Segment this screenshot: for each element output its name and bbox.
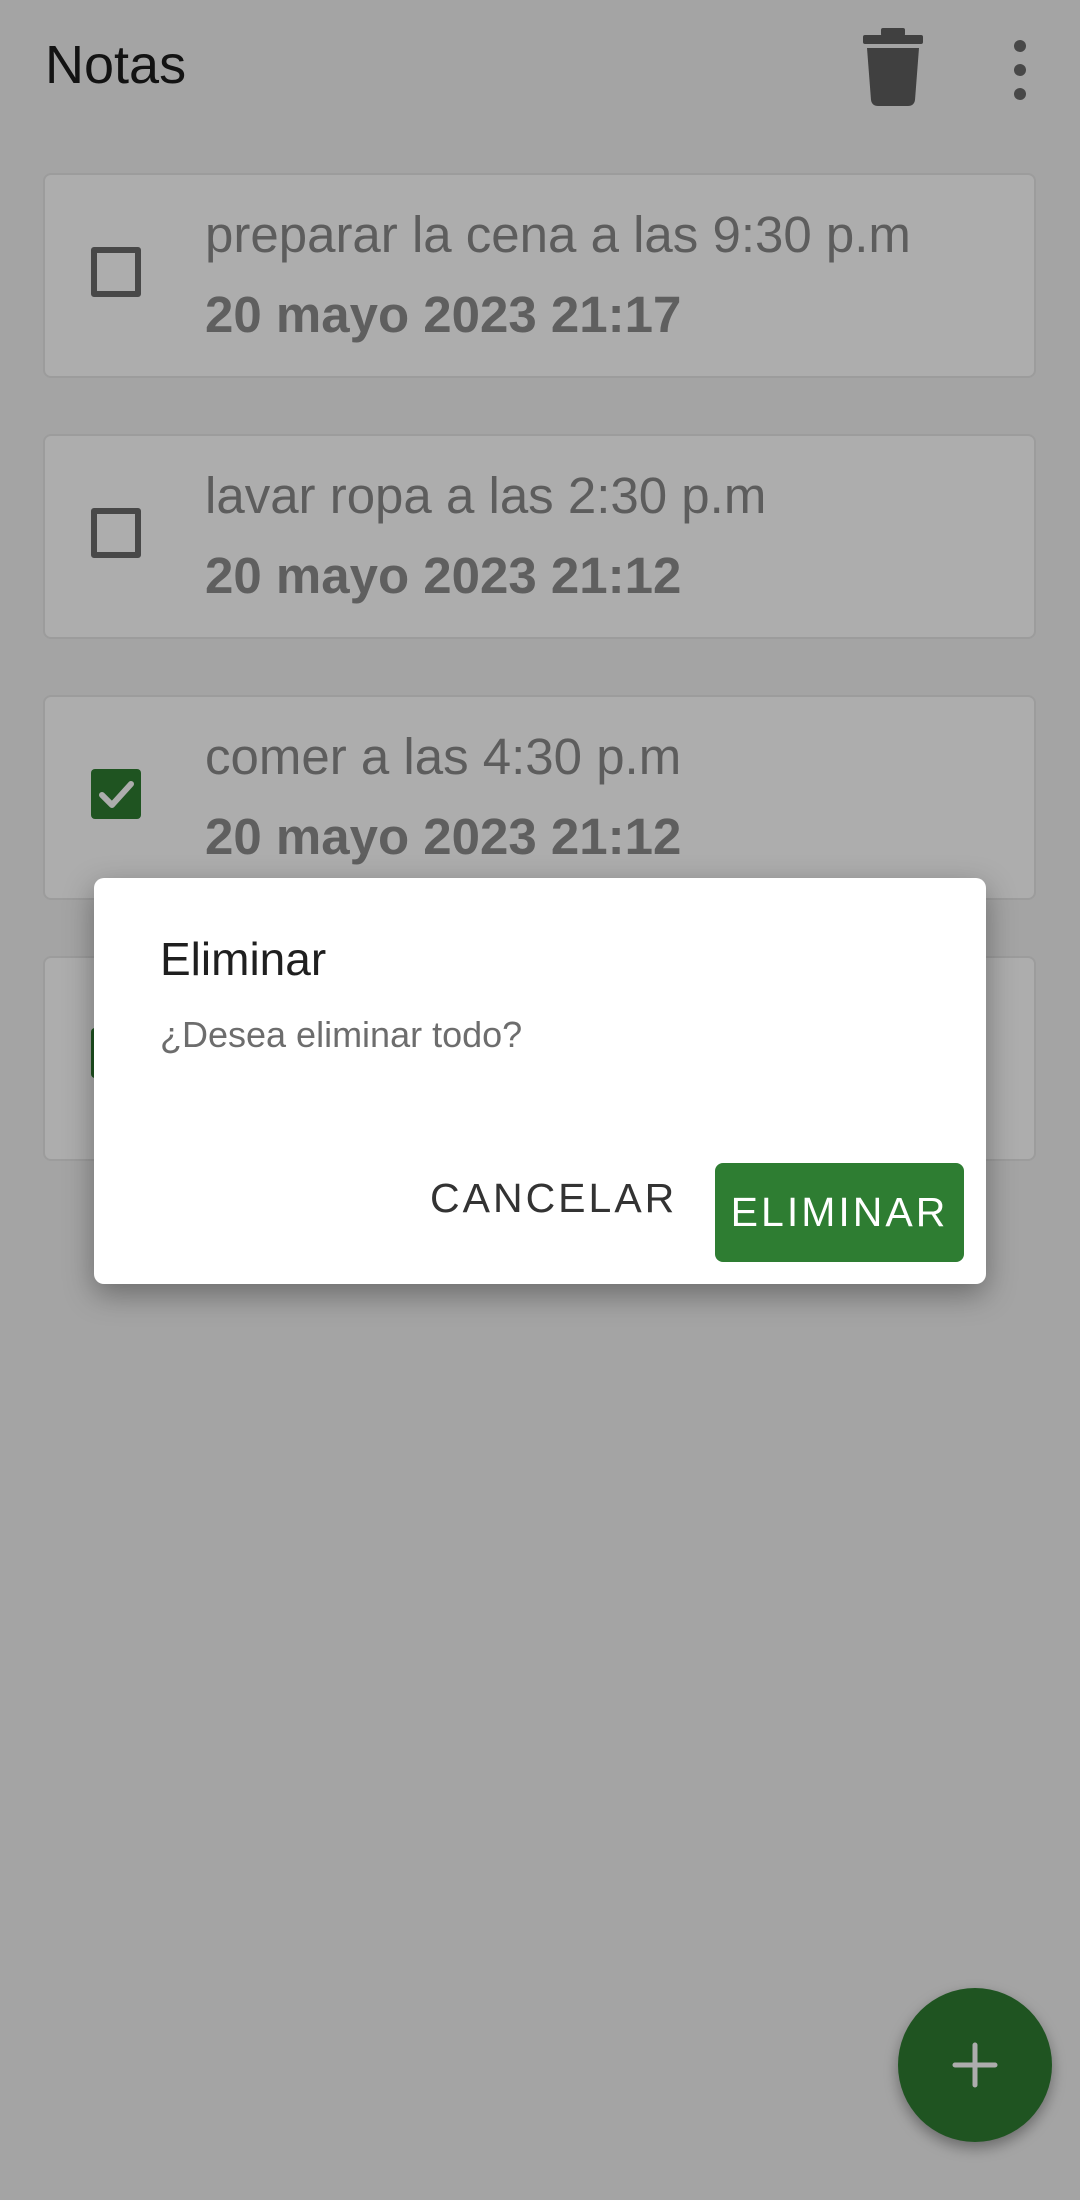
dialog-title: Eliminar: [160, 933, 327, 985]
delete-all-dialog: Eliminar ¿Desea eliminar todo? CANCELAR …: [94, 878, 986, 1284]
cancel-button[interactable]: CANCELAR: [430, 1163, 674, 1233]
dialog-message: ¿Desea eliminar todo?: [160, 1014, 523, 1055]
confirm-delete-button[interactable]: ELIMINAR: [715, 1163, 964, 1262]
